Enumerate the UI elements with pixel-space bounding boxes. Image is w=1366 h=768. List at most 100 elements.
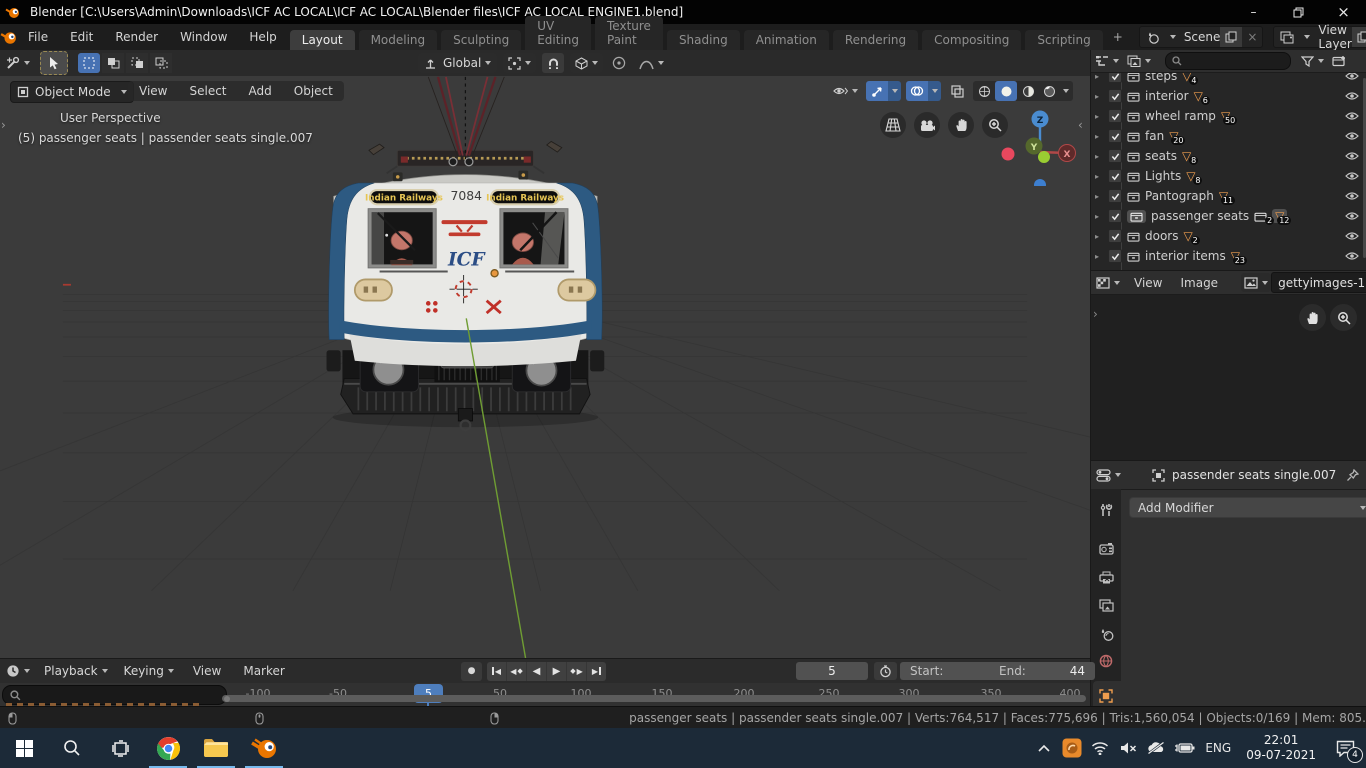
- clock[interactable]: 22:01 09-07-2021: [1238, 728, 1324, 768]
- transform-orientation-dropdown[interactable]: Global: [418, 53, 498, 73]
- mode-dropdown[interactable]: Object Mode: [10, 81, 134, 103]
- task-view-button[interactable]: [96, 728, 144, 768]
- tab-sculpting[interactable]: Sculpting: [441, 30, 522, 50]
- outliner-display-mode-icon[interactable]: [1123, 55, 1155, 67]
- collection-checkbox[interactable]: [1108, 169, 1122, 183]
- tab-modeling[interactable]: Modeling: [358, 30, 438, 50]
- add-workspace-button[interactable]: +: [1105, 30, 1131, 44]
- timeline-menu-keying[interactable]: Keying: [116, 664, 182, 678]
- expand-icon[interactable]: ▸: [1095, 152, 1103, 161]
- view-layer-selector[interactable]: View Layer ×: [1273, 23, 1366, 51]
- timeline-scrollbar[interactable]: [222, 695, 1086, 702]
- sidebar-expand-icon[interactable]: ‹: [1078, 118, 1083, 132]
- tab-world-icon[interactable]: [1095, 650, 1117, 672]
- eye-icon[interactable]: [1345, 191, 1359, 201]
- axis-x-label[interactable]: X: [1064, 150, 1071, 160]
- gizmos-toggle[interactable]: [866, 81, 888, 101]
- object-origin-point[interactable]: [490, 269, 499, 278]
- toolbar-expand-icon[interactable]: ›: [1, 118, 6, 132]
- outliner-row-interior[interactable]: ▸ interior ▽ 6: [1091, 86, 1366, 106]
- outliner-row-pantograph[interactable]: ▸ Pantograph ▽11: [1091, 186, 1366, 206]
- expand-icon[interactable]: ▸: [1095, 112, 1103, 121]
- viewport-menu-object[interactable]: Object: [283, 84, 344, 98]
- collection-name[interactable]: seats: [1145, 149, 1177, 163]
- onedrive-offline-icon[interactable]: [1142, 728, 1170, 768]
- eye-icon[interactable]: [1345, 91, 1359, 101]
- collection-name[interactable]: interior: [1145, 89, 1189, 103]
- outliner-row-lights[interactable]: ▸ Lights ▽ 8: [1091, 166, 1366, 186]
- current-frame-field[interactable]: 5: [796, 662, 868, 680]
- tab-render-icon[interactable]: [1095, 537, 1117, 559]
- outliner-row-seats[interactable]: ▸ seats ▽ 8: [1091, 146, 1366, 166]
- expand-icon[interactable]: ▸: [1095, 212, 1103, 221]
- battery-charging-icon[interactable]: [1170, 728, 1198, 768]
- image-zoom-button[interactable]: [1330, 304, 1357, 331]
- menu-render[interactable]: Render: [104, 30, 169, 44]
- collection-checkbox[interactable]: [1108, 109, 1122, 123]
- collection-name[interactable]: Pantograph: [1145, 189, 1214, 203]
- timeline-editor-type-icon[interactable]: [0, 664, 36, 678]
- view-layer-name[interactable]: View Layer: [1310, 23, 1351, 51]
- image-name-field[interactable]: gettyimages-1187: [1271, 272, 1366, 293]
- tab-object-icon[interactable]: [1095, 685, 1117, 707]
- tab-layout[interactable]: Layout: [289, 30, 355, 50]
- notification-center-icon[interactable]: 4: [1324, 728, 1366, 768]
- axis-y-positive-ball[interactable]: [1038, 151, 1050, 163]
- timeline-menu-view[interactable]: View: [182, 664, 232, 678]
- menu-edit[interactable]: Edit: [59, 30, 104, 44]
- scene-name[interactable]: Scene: [1176, 30, 1221, 44]
- pin-icon[interactable]: [1346, 468, 1359, 482]
- timeline-search-input[interactable]: [2, 685, 227, 705]
- tab-uv-editing[interactable]: UV Editing: [525, 16, 591, 50]
- jump-to-start-button[interactable]: ◀: [487, 661, 507, 681]
- start-button[interactable]: [0, 728, 48, 768]
- minimize-button[interactable]: –: [1231, 0, 1276, 24]
- eye-icon[interactable]: [1345, 231, 1359, 241]
- next-keyframe-button[interactable]: ◆ ▶: [567, 661, 587, 681]
- eye-icon[interactable]: [1345, 251, 1359, 261]
- image-pan-button[interactable]: [1299, 304, 1326, 331]
- axis-y-label[interactable]: Y: [1030, 143, 1038, 153]
- object-visibility-dropdown[interactable]: [830, 81, 861, 101]
- shading-solid-icon[interactable]: [995, 81, 1017, 101]
- tool-icon[interactable]: [0, 56, 34, 70]
- blender-menu-icon[interactable]: [0, 30, 17, 45]
- xray-toggle[interactable]: [946, 81, 968, 101]
- shading-rendered-icon[interactable]: [1039, 81, 1059, 101]
- ortho-grid-button[interactable]: [880, 112, 906, 138]
- restore-button[interactable]: [1276, 0, 1321, 24]
- collection-checkbox[interactable]: [1108, 89, 1122, 103]
- tab-output-icon[interactable]: [1095, 566, 1117, 588]
- outliner-row-fan[interactable]: ▸ fan ▽20: [1091, 126, 1366, 146]
- collection-checkbox[interactable]: [1108, 129, 1122, 143]
- close-button[interactable]: ×: [1321, 0, 1366, 24]
- train-model[interactable]: Indian Railways Indian Railways 7084 ICF: [326, 76, 605, 432]
- viewport-menu-select[interactable]: Select: [178, 84, 237, 98]
- outliner-row-passenger-seats[interactable]: ▸ passenger seats 2 ▽12: [1091, 206, 1366, 226]
- select-mode-new-icon[interactable]: [78, 53, 100, 73]
- menu-file[interactable]: File: [17, 30, 59, 44]
- outliner-search-input[interactable]: [1165, 52, 1291, 70]
- prev-keyframe-button[interactable]: ◀ ◆: [507, 661, 527, 681]
- pan-view-button[interactable]: [948, 112, 974, 138]
- image-menu-image[interactable]: Image: [1171, 276, 1227, 290]
- axis-navigation-gizmo[interactable]: Z Y X: [1000, 106, 1076, 186]
- select-mode-extend-icon[interactable]: [102, 53, 124, 73]
- expand-icon[interactable]: ▸: [1095, 132, 1103, 141]
- tab-rendering[interactable]: Rendering: [832, 30, 919, 50]
- collection-name[interactable]: wheel ramp: [1145, 109, 1216, 123]
- taskbar-file-explorer-icon[interactable]: [192, 728, 240, 768]
- new-collection-icon[interactable]: [1332, 55, 1346, 67]
- play-reverse-button[interactable]: ◀: [527, 661, 547, 681]
- shading-material-icon[interactable]: [1017, 81, 1039, 101]
- expand-icon[interactable]: ▸: [1095, 232, 1103, 241]
- collection-name[interactable]: Lights: [1145, 169, 1181, 183]
- collection-checkbox[interactable]: [1108, 209, 1122, 223]
- select-mode-invert-icon[interactable]: [150, 53, 172, 73]
- volume-muted-icon[interactable]: [1114, 728, 1142, 768]
- overlays-dropdown[interactable]: [928, 81, 941, 101]
- image-menu-view[interactable]: View: [1125, 276, 1171, 290]
- viewport-3d[interactable]: Indian Railways Indian Railways 7084 ICF…: [0, 76, 1090, 658]
- collection-name[interactable]: doors: [1145, 229, 1179, 243]
- collection-name[interactable]: fan: [1145, 129, 1164, 143]
